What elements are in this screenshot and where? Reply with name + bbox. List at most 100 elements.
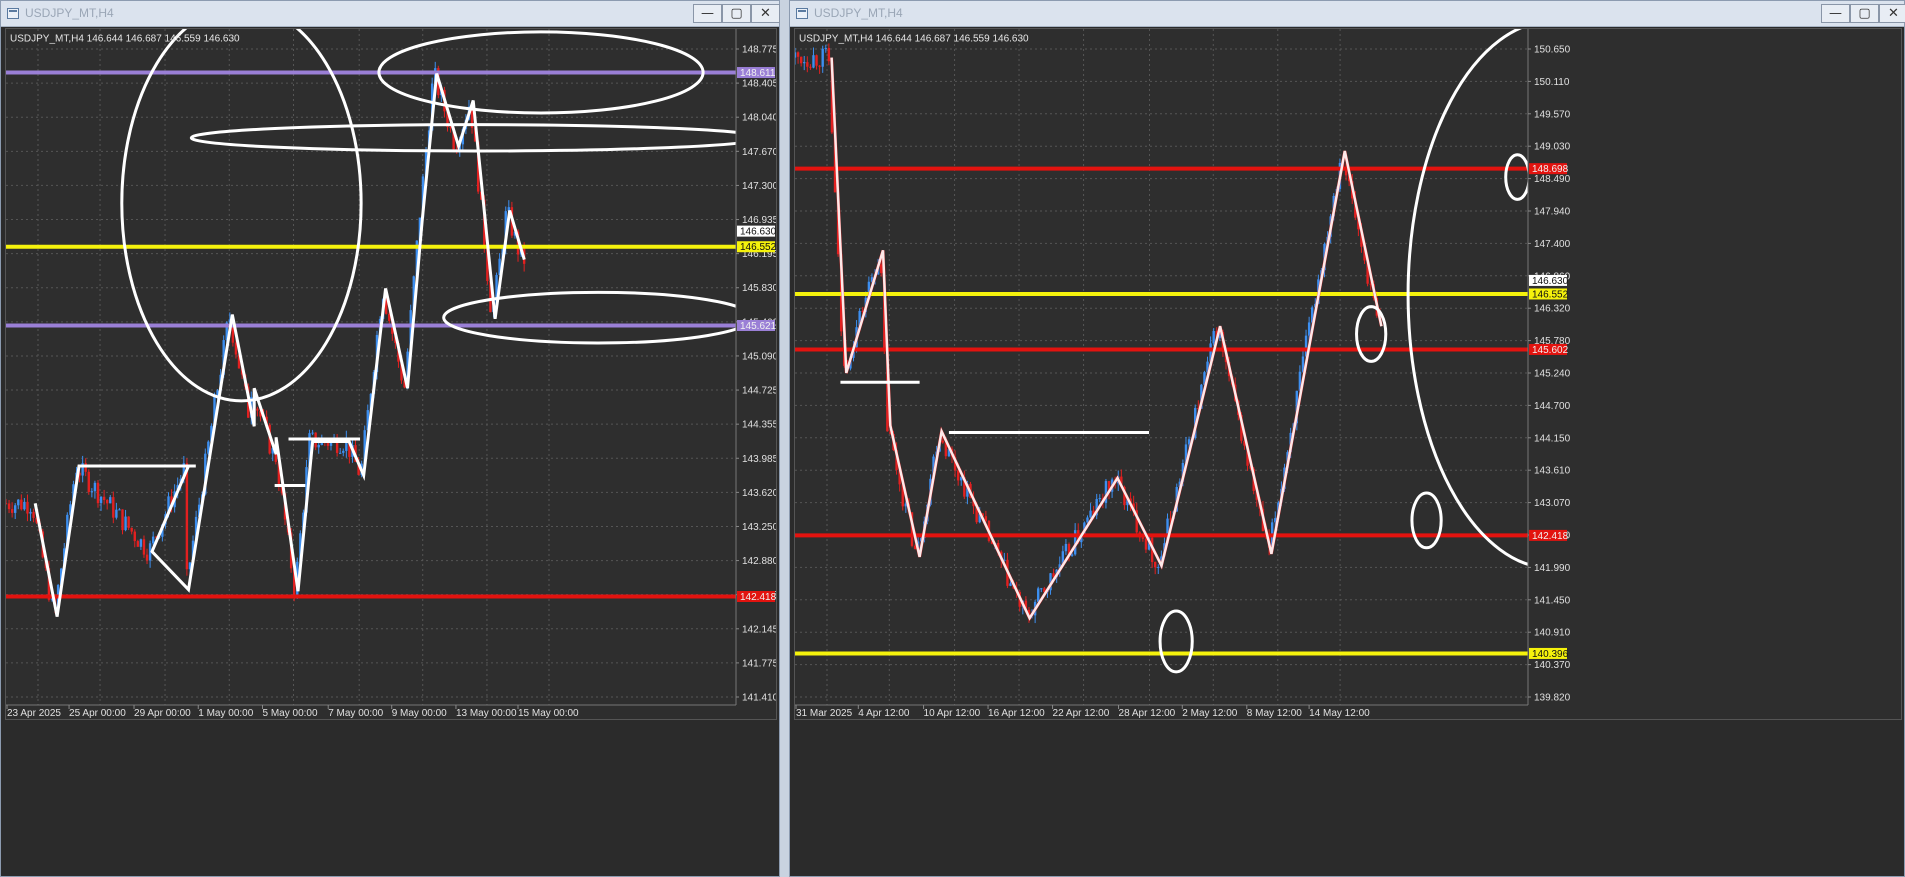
price-label: 140.910 xyxy=(1534,628,1571,639)
price-label: 143.610 xyxy=(1534,466,1571,477)
chart-canvas[interactable]: 148.775 148.405 148.040 147.670 147.300 146.9… xyxy=(6,29,777,720)
price-tag: 142.418 xyxy=(1532,531,1569,542)
maximize-button[interactable]: ▢ xyxy=(722,4,751,23)
time-label: 10 Apr 12:00 xyxy=(924,708,981,719)
candle-body xyxy=(29,511,32,514)
price-label: 146.935 xyxy=(742,215,777,226)
time-label: 15 May 00:00 xyxy=(518,708,579,719)
price-label: 145.090 xyxy=(742,351,777,362)
candle-body xyxy=(815,55,818,66)
chart-window-icon xyxy=(796,8,808,19)
candle-body xyxy=(795,52,797,58)
window-title: USDJPY_MT,H4 xyxy=(25,6,114,20)
time-label: 22 Apr 12:00 xyxy=(1053,708,1110,719)
price-label: 144.700 xyxy=(1534,401,1571,412)
price-label: 141.410 xyxy=(742,693,777,704)
ellipse-drawing[interactable] xyxy=(1158,609,1194,674)
minimize-button[interactable]: — xyxy=(693,4,722,23)
price-tag: 146.552 xyxy=(740,242,777,253)
candle-body xyxy=(112,497,115,518)
candle-body xyxy=(812,55,815,68)
time-label: 2 May 12:00 xyxy=(1182,708,1237,719)
candle-body xyxy=(824,47,827,49)
time-label: 9 May 00:00 xyxy=(392,708,447,719)
candle-body xyxy=(803,62,806,64)
price-label: 150.110 xyxy=(1534,77,1570,88)
window-title: USDJPY_MT,H4 xyxy=(814,6,903,20)
price-axis: 150.650 150.110 149.570 149.030 148.490 147.9… xyxy=(1528,45,1571,704)
chart-canvas[interactable]: 150.650 150.110 149.570 149.030 148.490 147.9… xyxy=(795,29,1902,720)
candle-body xyxy=(809,66,812,68)
ellipse-drawing[interactable] xyxy=(120,29,363,403)
candle-body xyxy=(23,501,26,510)
price-label: 148.490 xyxy=(1534,174,1571,185)
candle-body xyxy=(821,48,824,67)
candle-body xyxy=(956,470,960,481)
candle-body xyxy=(142,539,146,555)
grid xyxy=(6,29,736,705)
maximize-button[interactable]: ▢ xyxy=(1850,4,1879,23)
time-label: 5 May 00:00 xyxy=(263,708,318,719)
candle-body xyxy=(127,516,130,528)
horizontal-lines[interactable] xyxy=(795,166,1528,656)
candle-body xyxy=(342,450,345,453)
chart-window-right[interactable]: USDJPY_MT,H4 — ▢ ✕ 150.650 150.110 149.570… xyxy=(789,0,1905,877)
candle-body xyxy=(118,509,121,511)
symbol-info: USDJPY_MT,H4 146.644 146.687 146.559 146… xyxy=(10,33,240,44)
price-tag: 148.611 xyxy=(740,68,776,79)
chart-window-left[interactable]: USDJPY_MT,H4 — ▢ ✕ 148.775 148.405 148.040… xyxy=(0,0,780,877)
time-label: 4 Apr 12:00 xyxy=(858,708,910,719)
price-label: 142.145 xyxy=(742,624,777,635)
title-bar[interactable]: USDJPY_MT,H4 — ▢ ✕ xyxy=(1,1,780,27)
price-axis-bg xyxy=(736,29,776,719)
ellipse-drawing[interactable] xyxy=(1504,153,1531,201)
drawings[interactable] xyxy=(33,29,765,617)
price-chart[interactable]: 150.650 150.110 149.570 149.030 148.490 147.9… xyxy=(794,28,1902,720)
candle-body xyxy=(317,444,320,448)
time-axis: 31 Mar 2025 4 Apr 12:00 10 Apr 12:00 16 Apr… xyxy=(795,705,1370,719)
candle-body xyxy=(96,482,100,504)
ellipse-drawing[interactable] xyxy=(442,290,755,345)
ellipse-drawing[interactable] xyxy=(1410,491,1443,550)
grid xyxy=(795,29,1528,705)
time-label: 28 Apr 12:00 xyxy=(1119,708,1176,719)
price-label: 143.070 xyxy=(1534,498,1571,509)
candle-body xyxy=(17,499,20,506)
price-tag: 142.418 xyxy=(740,592,777,603)
price-label: 148.405 xyxy=(742,79,777,90)
chart-window-icon xyxy=(7,8,19,19)
candle-body xyxy=(90,491,94,493)
price-label: 144.725 xyxy=(742,386,777,397)
close-button[interactable]: ✕ xyxy=(751,4,780,23)
ellipse-drawing[interactable] xyxy=(1355,305,1388,363)
candle-body xyxy=(10,509,14,513)
price-label: 143.985 xyxy=(742,454,777,465)
price-label: 148.040 xyxy=(742,113,777,124)
candle-body xyxy=(145,554,149,561)
price-label: 148.775 xyxy=(742,45,777,56)
candle-body xyxy=(32,511,35,518)
candle-body xyxy=(115,509,118,518)
price-label: 141.775 xyxy=(742,658,777,669)
candle-body xyxy=(1064,543,1068,552)
time-label: 7 May 00:00 xyxy=(328,708,383,719)
minimize-button[interactable]: — xyxy=(1821,4,1850,23)
price-label: 145.830 xyxy=(742,283,777,294)
close-button[interactable]: ✕ xyxy=(1879,4,1905,23)
price-label: 149.570 xyxy=(1534,109,1571,120)
price-chart[interactable]: 148.775 148.405 148.040 147.670 147.300 146.9… xyxy=(5,28,777,720)
candle-body xyxy=(311,432,314,434)
time-label: 1 May 00:00 xyxy=(198,708,253,719)
time-label: 14 May 12:00 xyxy=(1309,708,1370,719)
candle-body xyxy=(102,496,106,501)
candle-body xyxy=(93,482,97,492)
candle-body xyxy=(1037,588,1040,602)
candle-body xyxy=(130,527,133,532)
candle-body xyxy=(7,503,11,510)
price-tag: 140.396 xyxy=(1532,649,1569,660)
title-bar[interactable]: USDJPY_MT,H4 — ▢ ✕ xyxy=(790,1,1905,27)
zigzag-trendline[interactable] xyxy=(33,73,526,617)
price-label: 149.030 xyxy=(1534,142,1571,153)
time-label: 13 May 00:00 xyxy=(456,708,517,719)
candle-body xyxy=(1089,510,1092,518)
